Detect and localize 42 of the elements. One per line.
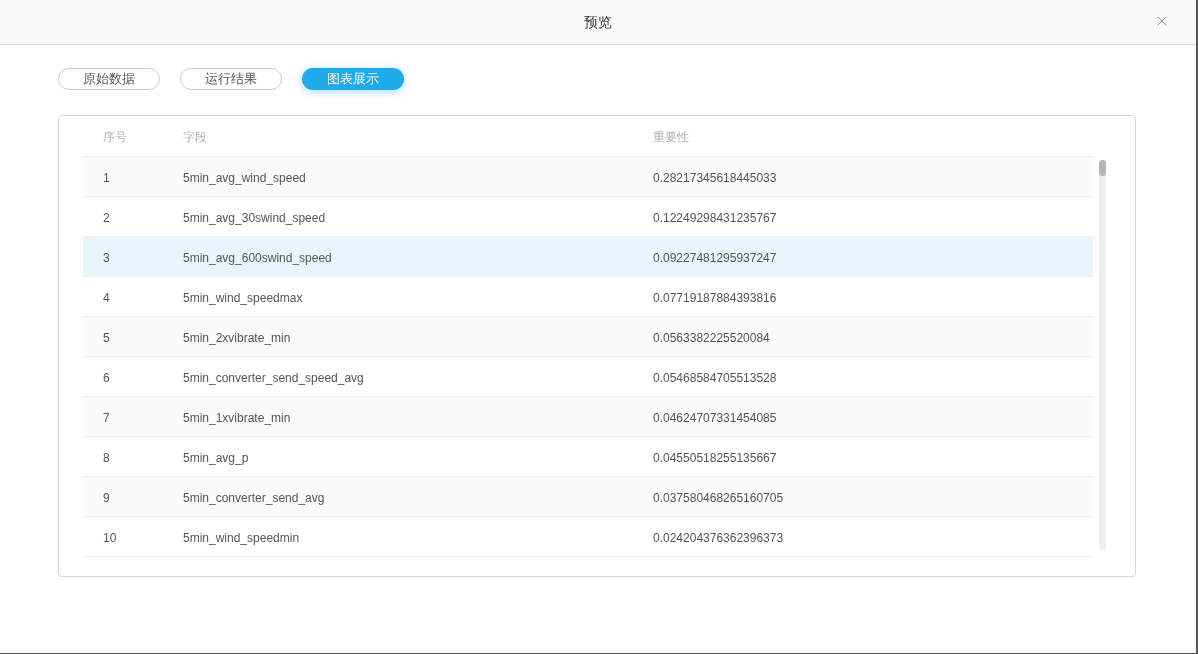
table-row[interactable]: 1 5min_avg_wind_speed 0.28217345618445033 — [83, 157, 1093, 197]
table-cell: 0.037580468265160705 — [653, 490, 784, 505]
table-row[interactable]: 3 5min_avg_600swind_speed 0.09227481295937247 — [83, 237, 1093, 277]
table-cell: 5min_avg_30swind_speed — [183, 210, 326, 225]
table-cell: 0.12249298431235767 — [653, 210, 777, 225]
table-cell: 5min_avg_600swind_speed — [183, 250, 332, 265]
table-cell: 6 — [103, 370, 110, 385]
table-cell: 0.04624707331454085 — [653, 410, 777, 425]
table-cell: 5min_2xvibrate_min — [183, 330, 291, 345]
table-cell: 0.07719187884393816 — [653, 290, 777, 305]
dialog-title: 预览 — [584, 12, 612, 32]
table-cell: 0.024204376362396373 — [653, 530, 784, 545]
tab[interactable]: 运行结果 — [180, 68, 282, 90]
table-cell: 0.0563382225520084 — [653, 330, 770, 345]
table-cell: 0.05468584705513528 — [653, 370, 777, 385]
column-header: 重要性 — [653, 130, 689, 144]
column-header: 字段 — [183, 130, 207, 144]
table-cell: 3 — [103, 250, 110, 265]
table-cell: 7 — [103, 410, 110, 425]
table-cell: 5min_wind_speedmin — [183, 530, 300, 545]
table-row[interactable]: 5 5min_2xvibrate_min 0.0563382225520084 — [83, 317, 1093, 357]
table-row[interactable]: 7 5min_1xvibrate_min 0.04624707331454085 — [83, 397, 1093, 437]
column-header: 序号 — [103, 130, 127, 144]
table-cell: 9 — [103, 490, 110, 505]
table-cell: 5min_wind_speedmax — [183, 290, 303, 305]
table-cell: 5min_avg_p — [183, 450, 249, 465]
table-cell: 0.28217345618445033 — [653, 170, 777, 185]
scrollbar-thumb[interactable] — [1099, 160, 1106, 176]
table-cell: 5min_1xvibrate_min — [183, 410, 291, 425]
tab[interactable]: 原始数据 — [58, 68, 160, 90]
table-cell: 2 — [103, 210, 110, 225]
table-cell: 1 — [103, 170, 110, 185]
table-cell: 4 — [103, 290, 110, 305]
table-cell: 0.09227481295937247 — [653, 250, 777, 265]
table-cell: 5 — [103, 330, 110, 345]
table-cell: 5min_converter_send_avg — [183, 490, 325, 505]
table-cell: 5min_converter_send_speed_avg — [183, 370, 364, 385]
table-row[interactable]: 9 5min_converter_send_avg 0.037580468265160705 — [83, 477, 1093, 517]
table-cell: 5min_avg_wind_speed — [183, 170, 306, 185]
table-cell: 8 — [103, 450, 110, 465]
table-cell: 10 — [103, 530, 117, 545]
table-cell: 0.04550518255135667 — [653, 450, 777, 465]
